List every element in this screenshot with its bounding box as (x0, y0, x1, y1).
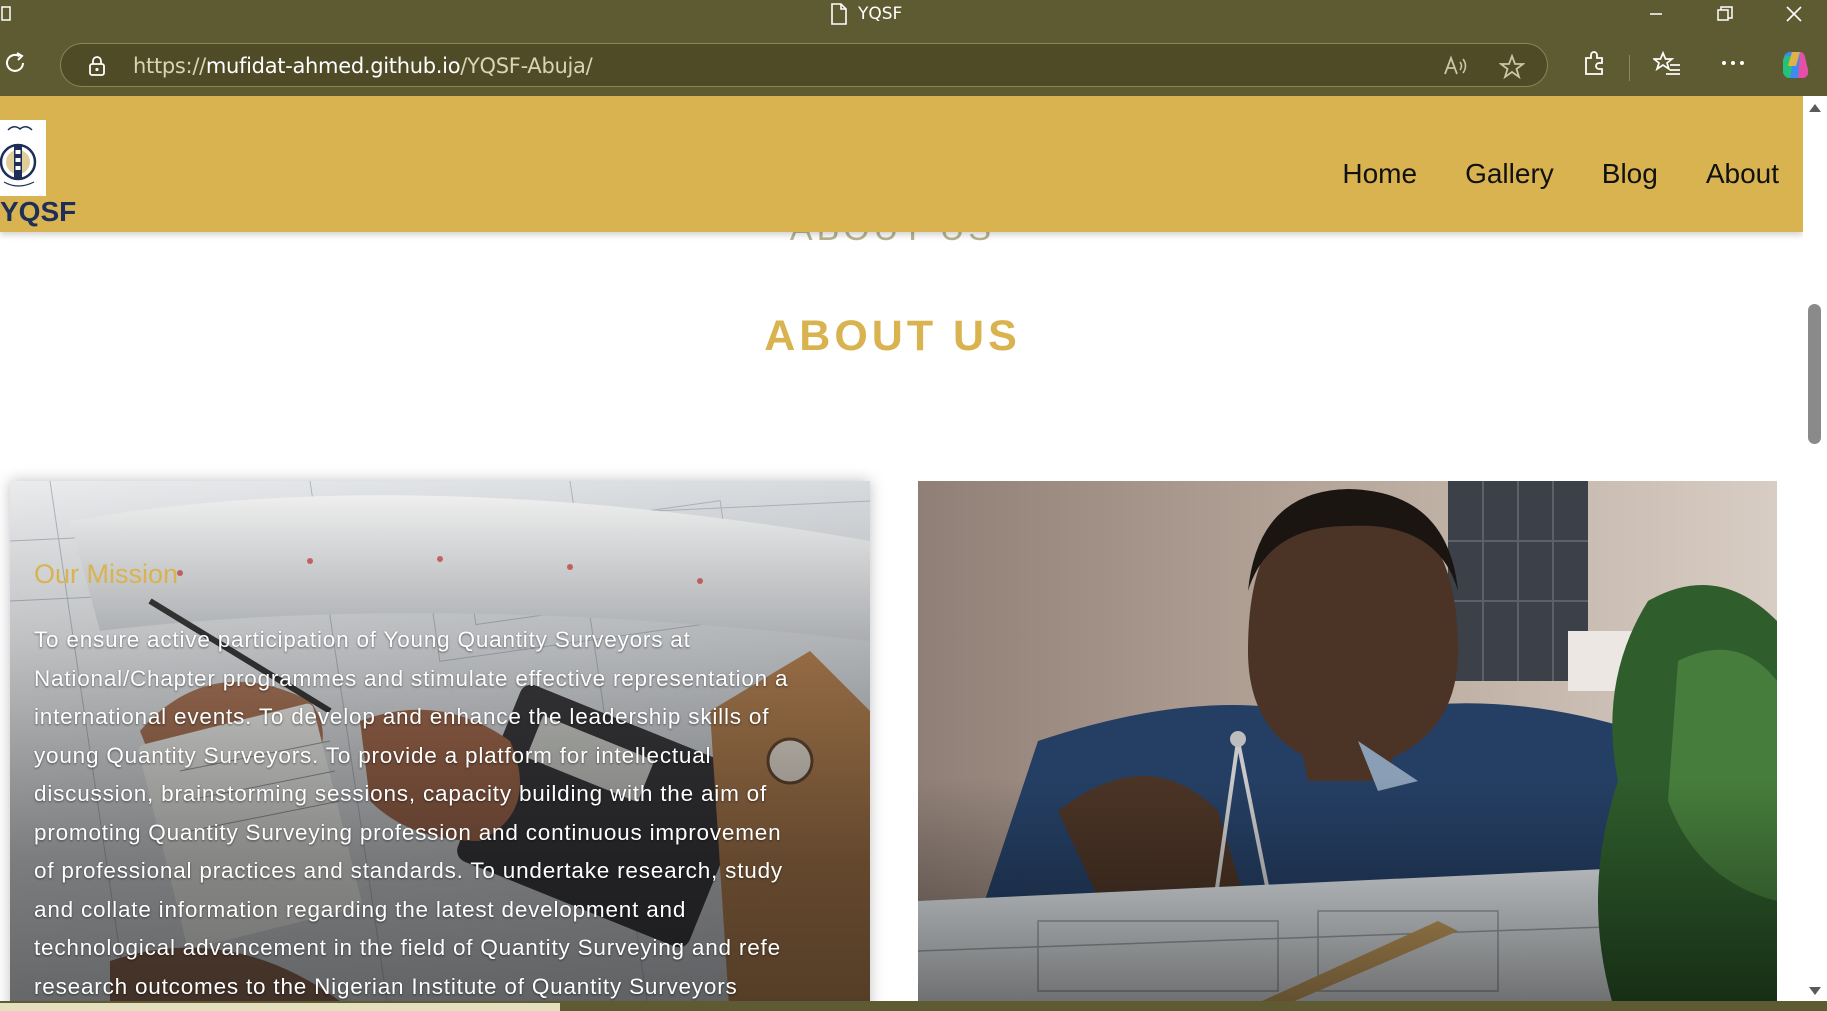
about-us-heading: ABOUT US (764, 312, 1021, 360)
logo-text[interactable]: YQSF (0, 196, 76, 228)
read-aloud-icon[interactable] (1443, 54, 1469, 78)
minimize-button[interactable] (1626, 0, 1686, 28)
page-scrollbar[interactable] (1803, 96, 1827, 1001)
scrollbar-thumb[interactable] (1808, 304, 1821, 444)
surveyor-drafting-image (918, 481, 1777, 1001)
taskbar-strip (0, 1001, 1827, 1011)
mission-text-line: young Quantity Surveyors. To provide a p… (34, 742, 712, 768)
nav-blog[interactable]: Blog (1602, 158, 1658, 190)
scroll-down-arrow-icon[interactable] (1809, 987, 1821, 995)
nav-home[interactable]: Home (1342, 158, 1417, 190)
restore-icon (1717, 6, 1733, 21)
mission-text-line: of professional practices and standards.… (34, 858, 783, 883)
url-text[interactable]: https://mufidat-ahmed.github.io/YQSF-Abu… (133, 54, 593, 78)
logo-emblem-icon (0, 126, 37, 187)
minimize-icon (1650, 13, 1662, 15)
mission-card: Our Mission To ensure active participati… (10, 481, 870, 1001)
toolbar-separator (1629, 55, 1630, 81)
mission-text-line: technological advancement in the field o… (34, 935, 781, 960)
close-icon (1786, 6, 1802, 22)
favorites-icon[interactable] (1653, 50, 1681, 76)
mission-text-line: and collate information regarding the la… (34, 896, 687, 922)
mission-text: To ensure active participation of Young … (34, 621, 870, 1001)
main-nav: Home Gallery Blog About (1342, 158, 1779, 190)
yqsf-logo[interactable] (0, 120, 46, 196)
extensions-icon[interactable] (1581, 50, 1607, 76)
restore-button[interactable] (1695, 0, 1755, 28)
copilot-icon[interactable] (1778, 48, 1812, 82)
tab-title: YQSF (858, 4, 903, 24)
mission-title: Our Mission (34, 559, 179, 589)
site-header: YQSF Home Gallery Blog About (0, 96, 1803, 232)
mission-text-line: discussion, brainstorming sessions, capa… (34, 781, 768, 806)
address-bar-row: https://mufidat-ahmed.github.io/YQSF-Abu… (0, 28, 1827, 96)
url-path: /YQSF-Abuja/ (460, 54, 593, 78)
close-button[interactable] (1764, 0, 1824, 28)
surveyor-photo (918, 481, 1777, 1001)
window-title: YQSF (830, 3, 902, 25)
more-options-icon[interactable] (1720, 50, 1746, 76)
url-host: mufidat-ahmed.github.io (205, 54, 461, 78)
page-viewport[interactable]: YQSF Home Gallery Blog About ABOUT US AB… (0, 96, 1803, 1001)
browser-title-bar: YQSF (0, 0, 1827, 28)
favorite-star-icon[interactable] (1499, 54, 1525, 80)
nav-about[interactable]: About (1706, 158, 1779, 190)
url-scheme: https:// (133, 54, 206, 78)
mission-text-line: international events. To develop and enh… (34, 704, 770, 729)
mission-text-line: National/Chapter programmes and stimulat… (34, 665, 789, 691)
refresh-icon[interactable] (2, 50, 28, 76)
nav-gallery[interactable]: Gallery (1465, 158, 1554, 190)
tab-actions-icon[interactable] (0, 4, 14, 22)
scroll-up-arrow-icon[interactable] (1809, 104, 1821, 112)
taskbar-segment (0, 1003, 560, 1011)
address-bar[interactable]: https://mufidat-ahmed.github.io/YQSF-Abu… (60, 43, 1548, 87)
site-info-icon[interactable] (87, 55, 107, 77)
mission-text-line: research outcomes to the Nigerian Instit… (34, 973, 738, 999)
page-icon (831, 3, 847, 25)
mission-text-line: To ensure active participation of Young … (34, 627, 691, 652)
mission-text-line: promoting Quantity Surveying profession … (34, 819, 782, 845)
